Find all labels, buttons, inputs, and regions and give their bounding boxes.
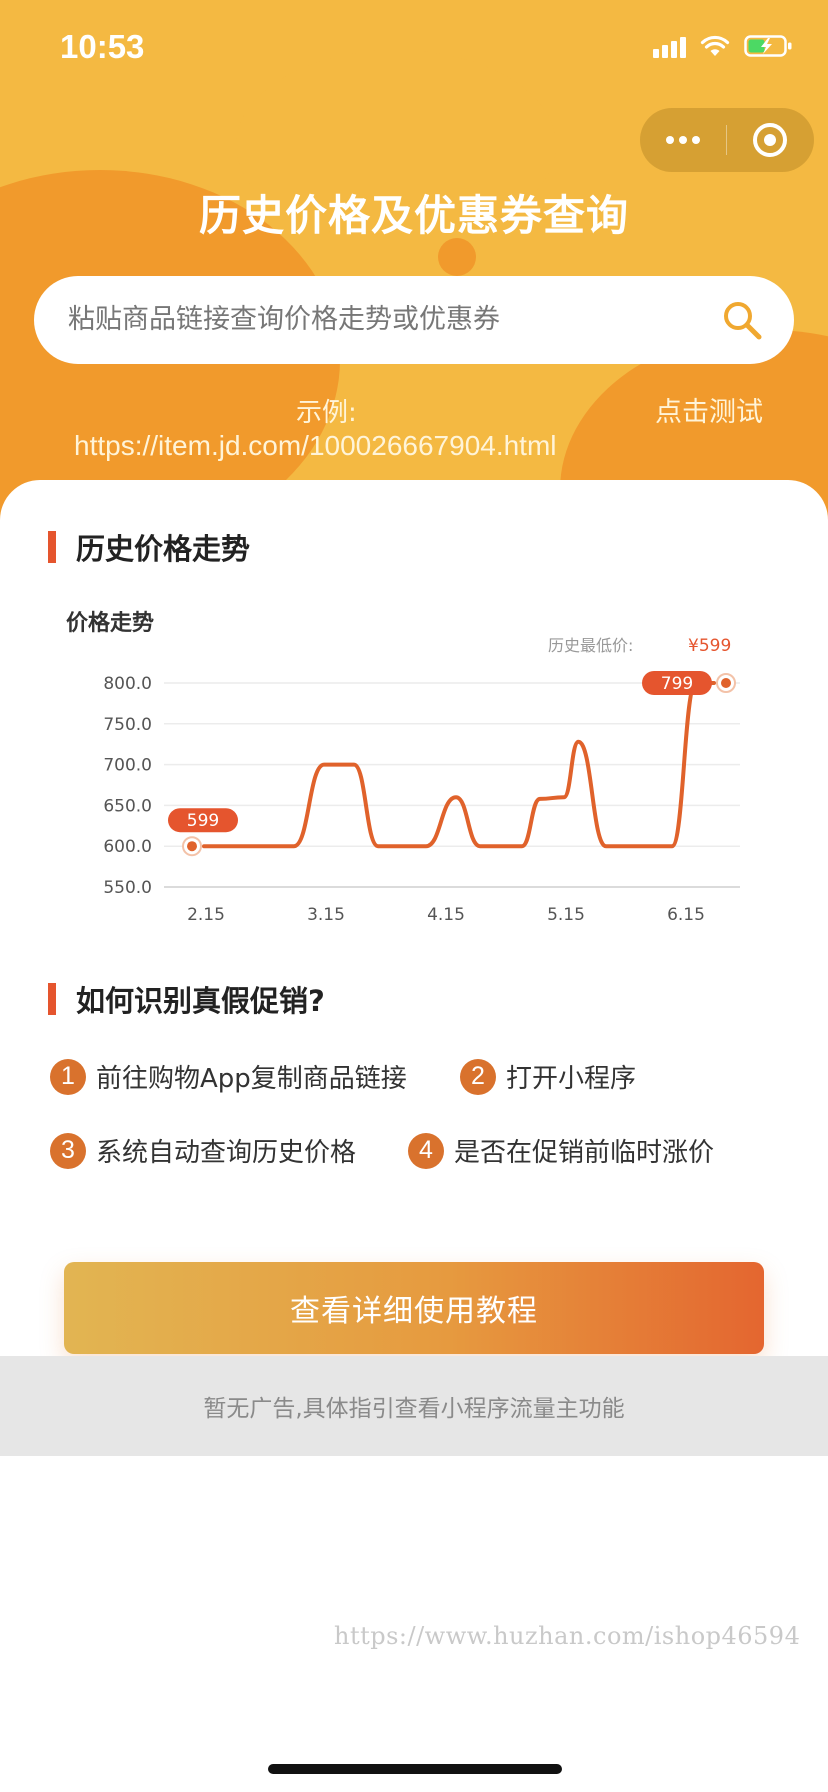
- decor-dot: [438, 238, 476, 276]
- view-tutorial-button[interactable]: 查看详细使用教程: [64, 1262, 764, 1354]
- home-indicator: [268, 1764, 562, 1774]
- y-tick-label: 550.0: [103, 878, 152, 898]
- max-point-marker: [721, 678, 731, 688]
- watermark-text: https://www.huzhan.com/ishop46594: [334, 1622, 801, 1650]
- search-input[interactable]: 粘贴商品链接查询价格走势或优惠券: [34, 276, 794, 364]
- min-price-badge-label: 599: [187, 811, 219, 831]
- lowest-price-value: ¥599: [688, 636, 731, 656]
- step-label: 前往购物App复制商品链接: [96, 1064, 407, 1094]
- ad-placeholder: 暂无广告,具体指引查看小程序流量主功能: [0, 1356, 828, 1456]
- status-bar: 10:53: [0, 0, 828, 100]
- status-icons: [653, 34, 794, 58]
- step-item: 4 是否在促销前临时涨价: [408, 1132, 714, 1169]
- example-label: 示例:: [296, 398, 357, 428]
- lowest-price-label: 历史最低价:: [548, 636, 633, 655]
- step-item: 3 系统自动查询历史价格: [50, 1132, 356, 1169]
- x-tick-label: 3.15: [307, 905, 345, 925]
- x-tick-label: 5.15: [547, 905, 585, 925]
- y-tick-label: 700.0: [103, 756, 152, 776]
- more-menu-button[interactable]: [640, 136, 726, 144]
- x-tick-label: 2.15: [187, 905, 225, 925]
- y-tick-label: 750.0: [103, 715, 152, 735]
- step-number: 1: [50, 1058, 86, 1095]
- signal-icon: [653, 34, 686, 58]
- section-title-howto: 如何识别真假促销?: [76, 984, 325, 1018]
- mini-program-capsule: [640, 108, 814, 172]
- ad-text: 暂无广告,具体指引查看小程序流量主功能: [203, 1396, 625, 1422]
- chart-title: 价格走势: [66, 610, 154, 636]
- section-header-trend: 历史价格走势: [48, 526, 250, 568]
- step-number: 2: [460, 1058, 496, 1095]
- test-link[interactable]: 点击测试: [655, 390, 763, 429]
- view-tutorial-label: 查看详细使用教程: [290, 1294, 538, 1329]
- x-tick-label: 6.15: [667, 905, 705, 925]
- step-item: 1 前往购物App复制商品链接: [50, 1058, 407, 1095]
- price-trend-chart: 价格走势 历史最低价: ¥599 800.0 750.0 700.0 650.0 600…: [66, 610, 740, 925]
- section-marker: [48, 531, 56, 563]
- page-title: 历史价格及优惠券查询: [198, 191, 629, 240]
- step-label: 系统自动查询历史价格: [96, 1138, 357, 1168]
- search-placeholder: 粘贴商品链接查询价格走势或优惠券: [68, 304, 500, 335]
- battery-charging-icon: [744, 34, 794, 58]
- step-number: 4: [408, 1132, 444, 1169]
- y-tick-label: 650.0: [103, 796, 152, 816]
- section-marker: [48, 983, 56, 1015]
- close-mini-program-button[interactable]: [727, 123, 813, 157]
- target-icon: [753, 123, 787, 157]
- search-icon[interactable]: [720, 298, 764, 342]
- min-point-marker: [187, 841, 197, 852]
- example-url[interactable]: https://item.jd.com/100026667904.html: [74, 430, 557, 462]
- section-title-trend: 历史价格走势: [76, 532, 251, 566]
- step-number: 3: [50, 1132, 86, 1169]
- section-header-howto: 如何识别真假促销?: [48, 978, 325, 1020]
- max-price-badge-label: 799: [661, 674, 693, 694]
- step-label: 打开小程序: [506, 1064, 637, 1094]
- step-item: 2 打开小程序: [460, 1058, 636, 1095]
- x-tick-label: 4.15: [427, 905, 465, 925]
- wifi-icon: [700, 34, 730, 58]
- step-label: 是否在促销前临时涨价: [454, 1138, 715, 1168]
- status-time: 10:53: [60, 28, 145, 65]
- y-tick-label: 800.0: [103, 674, 152, 694]
- y-tick-label: 600.0: [103, 837, 152, 857]
